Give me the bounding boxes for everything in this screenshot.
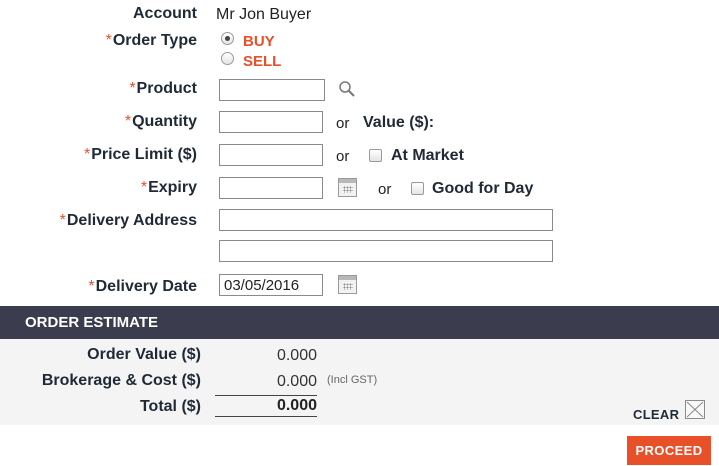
at-market-checkbox[interactable]: [369, 149, 382, 162]
expiry-label: *Expiry: [141, 179, 197, 197]
delivery-address-line1-input[interactable]: [219, 209, 553, 231]
delivery-date-label: *Delivery Date: [88, 278, 197, 296]
price-limit-input[interactable]: [219, 144, 323, 166]
expiry-input[interactable]: [219, 177, 323, 199]
at-market-label[interactable]: At Market: [391, 147, 464, 165]
order-type-label: *Order Type: [106, 32, 197, 50]
good-for-day-label[interactable]: Good for Day: [432, 180, 533, 198]
quantity-input[interactable]: [219, 111, 323, 133]
calendar-icon[interactable]: [338, 275, 357, 294]
required-mark: *: [129, 80, 136, 97]
total-value: 0.000: [276, 397, 317, 414]
required-mark: *: [88, 278, 95, 295]
total-value-box: 0.000: [215, 395, 317, 417]
delivery-address-label-text: Delivery Address: [66, 212, 197, 229]
order-type-label-text: Order Type: [112, 32, 197, 49]
required-mark: *: [124, 113, 132, 130]
value-label: Value ($):: [363, 114, 435, 131]
brokerage-label: Brokerage & Cost ($): [41, 372, 201, 389]
required-mark: *: [59, 212, 66, 229]
proceed-button[interactable]: PROCEED: [627, 436, 711, 465]
brokerage-value: 0.000: [276, 373, 317, 390]
order-type-sell-label[interactable]: SELL: [243, 53, 281, 70]
calendar-icon[interactable]: [338, 178, 357, 197]
quantity-label: *Quantity: [125, 113, 197, 131]
delivery-date-label-text: Delivery Date: [95, 278, 197, 295]
delivery-address-line2-input[interactable]: [219, 240, 553, 262]
clear-label[interactable]: CLEAR: [633, 407, 679, 422]
total-label: Total ($): [139, 398, 201, 415]
price-limit-label: *Price Limit ($): [84, 146, 197, 164]
order-value-label: Order Value ($): [87, 346, 201, 363]
product-label: *Product: [129, 80, 197, 98]
or-text: or: [378, 181, 392, 198]
product-input[interactable]: [219, 79, 325, 101]
price-limit-label-text: Price Limit ($): [91, 146, 197, 163]
order-type-buy-radio[interactable]: [221, 32, 234, 45]
delivery-date-input[interactable]: [219, 274, 323, 296]
required-mark: *: [105, 32, 112, 49]
account-value: Mr Jon Buyer: [216, 6, 312, 23]
expiry-label-text: Expiry: [148, 179, 197, 196]
clear-x-icon[interactable]: [685, 400, 705, 419]
product-label-text: Product: [136, 80, 197, 97]
order-estimate-panel: Order Value ($) 0.000 Brokerage & Cost (…: [0, 339, 719, 425]
account-label: Account: [133, 5, 197, 22]
order-value: 0.000: [276, 347, 317, 364]
delivery-address-label: *Delivery Address: [60, 212, 197, 230]
order-type-sell-radio[interactable]: [221, 52, 234, 65]
order-type-buy-label[interactable]: BUY: [243, 33, 275, 50]
required-mark: *: [83, 146, 91, 163]
required-mark: *: [140, 179, 148, 196]
search-icon[interactable]: [338, 80, 356, 98]
quantity-label-text: Quantity: [132, 113, 197, 130]
incl-gst-note: (Incl GST): [327, 374, 378, 386]
good-for-day-checkbox[interactable]: [411, 182, 424, 195]
order-estimate-header: ORDER ESTIMATE: [0, 306, 719, 339]
or-text: or: [336, 148, 350, 165]
or-text: or: [336, 115, 350, 132]
